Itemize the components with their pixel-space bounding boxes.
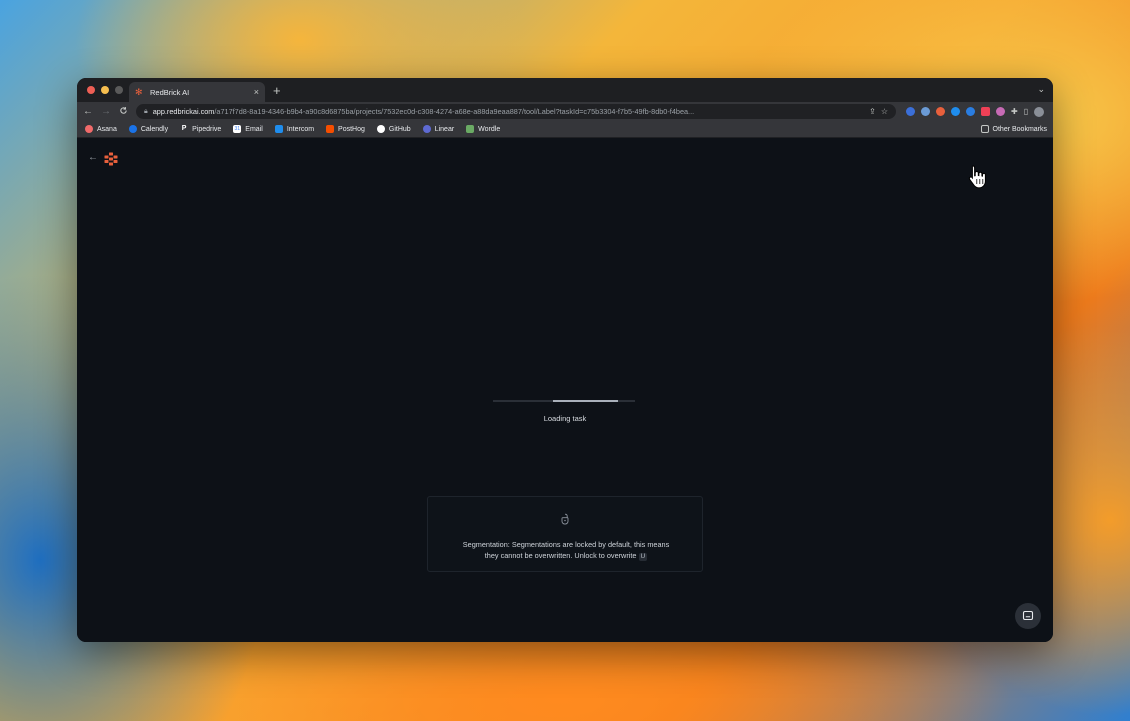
- bookmarks-bar: Asana Calendly P Pipedrive 31 Email Interc…: [77, 121, 1053, 138]
- bookmark-calendly[interactable]: Calendly: [128, 125, 169, 133]
- tab-title: RedBrick AI: [150, 87, 190, 97]
- back-button[interactable]: ←: [83, 106, 93, 117]
- bookmark-star-icon[interactable]: ☆: [881, 107, 888, 116]
- redbrick-favicon-icon: ✻: [135, 86, 143, 97]
- bookmark-label: Asana: [97, 125, 117, 133]
- posthog-icon: [326, 125, 335, 133]
- extension-7-icon[interactable]: [996, 107, 1005, 116]
- bookmark-intercom[interactable]: Intercom: [274, 125, 315, 133]
- url-text: app.redbrickai.com/a717f7d8-8a19-4346-b9…: [153, 107, 864, 116]
- bookmark-email[interactable]: 31 Email: [233, 125, 263, 133]
- hint-line-1: Segmentation: Segmentations are locked b…: [462, 540, 670, 549]
- reload-icon: [120, 106, 127, 114]
- github-icon: [376, 125, 385, 133]
- site-info-lock-icon[interactable]: 🔒︎: [144, 108, 148, 116]
- bookmark-label: GitHub: [388, 125, 411, 133]
- extension-2-icon[interactable]: [921, 107, 930, 116]
- support-chat-button[interactable]: [1015, 603, 1041, 629]
- hint-line-2: they cannot be overwritten. Unlock to ov…: [484, 551, 637, 560]
- minimize-window-button[interactable]: [101, 86, 109, 94]
- bookmark-label: Intercom: [286, 125, 315, 133]
- bookmark-label: Calendly: [140, 125, 169, 133]
- tab-strip: ✻ RedBrick AI × + ⌄: [77, 78, 1053, 102]
- share-icon[interactable]: ⇪: [869, 107, 876, 116]
- other-bookmarks-folder[interactable]: Other Bookmarks: [980, 125, 1047, 133]
- bookmark-wordle[interactable]: Wordle: [466, 125, 500, 133]
- tab-close-icon[interactable]: ×: [254, 87, 259, 97]
- bookmark-linear[interactable]: Linear: [422, 125, 455, 133]
- intercom-icon: [274, 125, 283, 133]
- redbrick-logo-icon[interactable]: [104, 152, 118, 166]
- url-path: /a717f7d8-8a19-4346-b9b4-a90c8d6875ba/pr…: [214, 107, 695, 116]
- folder-icon: [980, 125, 989, 133]
- browser-window: ✻ RedBrick AI × + ⌄ ← → 🔒︎ app.redbricka…: [77, 78, 1053, 642]
- extension-4-icon[interactable]: [951, 107, 960, 116]
- bookmark-label: Pipedrive: [192, 125, 222, 133]
- app-content: ← Loading task Segmentation: Segmentatio…: [77, 138, 1053, 642]
- calendly-icon: [128, 125, 137, 133]
- browser-menu-icon[interactable]: ⋮: [1050, 107, 1053, 116]
- url-host: app.redbrickai.com: [152, 107, 215, 116]
- linear-icon: [422, 125, 431, 133]
- back-arrow-icon[interactable]: ←: [88, 152, 98, 163]
- loading-progress-fill: [553, 400, 619, 402]
- window-controls: [87, 86, 123, 94]
- forward-button[interactable]: →: [101, 106, 111, 117]
- new-tab-button[interactable]: +: [273, 83, 281, 98]
- other-bookmarks-label: Other Bookmarks: [992, 125, 1047, 133]
- profile-avatar[interactable]: [1034, 106, 1045, 117]
- email-icon: 31: [233, 125, 242, 133]
- loading-progress-bar: [493, 400, 635, 402]
- bookmark-label: PostHog: [338, 125, 365, 133]
- lock-hint-icon: [561, 513, 569, 525]
- pocket-icon[interactable]: [981, 107, 990, 116]
- shortcut-key-badge: U: [638, 553, 648, 561]
- bookmark-posthog[interactable]: PostHog: [326, 125, 365, 133]
- extension-3-icon[interactable]: [936, 107, 945, 116]
- reload-button[interactable]: [119, 106, 128, 118]
- extension-5-icon[interactable]: [966, 107, 975, 116]
- bookmark-github[interactable]: GitHub: [376, 125, 411, 133]
- bookmark-label: Email: [245, 125, 263, 133]
- bookmark-pipedrive[interactable]: P Pipedrive: [180, 125, 222, 133]
- wordle-icon: [466, 125, 475, 133]
- hand-cursor-icon: [968, 165, 986, 189]
- bookmark-label: Wordle: [478, 125, 501, 133]
- extensions-puzzle-icon[interactable]: ✚: [1011, 107, 1018, 116]
- bookmark-asana[interactable]: Asana: [85, 125, 117, 133]
- pipedrive-icon: P: [181, 125, 187, 132]
- browser-toolbar: ← → 🔒︎ app.redbrickai.com/a717f7d8-8a19-…: [77, 102, 1053, 121]
- zoom-window-button[interactable]: [115, 86, 123, 94]
- loading-status-text: Loading task: [543, 414, 587, 423]
- close-window-button[interactable]: [87, 86, 95, 94]
- chat-icon: [1022, 610, 1034, 621]
- address-bar[interactable]: 🔒︎ app.redbrickai.com/a717f7d8-8a19-4346…: [136, 104, 896, 119]
- tab-redbrick[interactable]: ✻ RedBrick AI ×: [129, 82, 265, 102]
- side-panel-icon[interactable]: ▯: [1024, 107, 1028, 116]
- tab-search-icon[interactable]: ⌄: [1037, 84, 1045, 95]
- hint-text: Segmentation: Segmentations are locked b…: [428, 539, 704, 561]
- bookmark-label: Linear: [434, 125, 455, 133]
- asana-icon: [85, 125, 93, 133]
- extensions-bar: ✚ ▯ ⋮: [906, 106, 1053, 117]
- extension-1-icon[interactable]: [906, 107, 915, 116]
- tool-hint-card: Segmentation: Segmentations are locked b…: [427, 496, 703, 572]
